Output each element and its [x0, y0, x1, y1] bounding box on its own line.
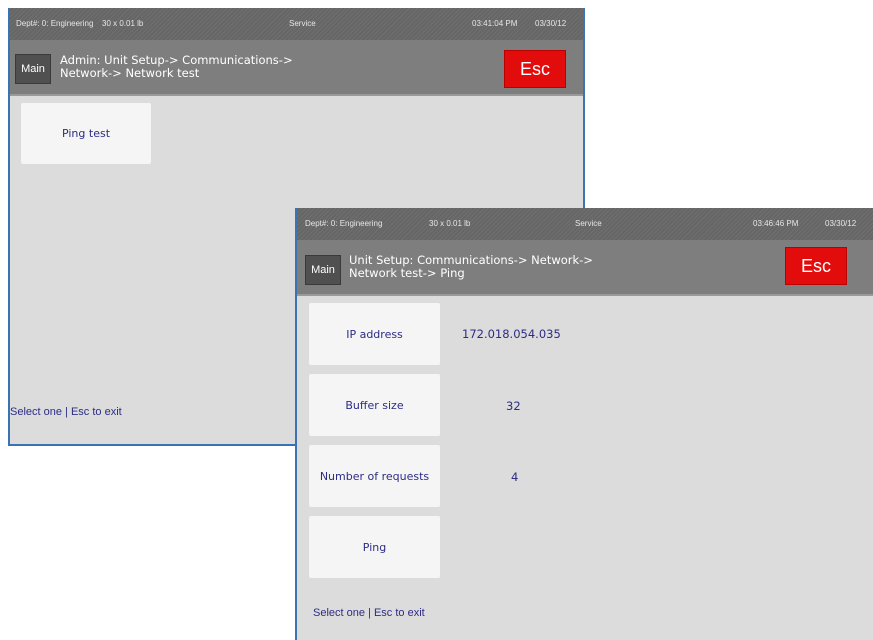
capacity-status: 30 x 0.01 lb [102, 19, 144, 28]
ping-test-button[interactable]: Ping test [21, 103, 151, 164]
main-button[interactable]: Main [15, 54, 51, 84]
esc-button[interactable]: Esc [504, 50, 566, 88]
buffer-size-button[interactable]: Buffer size [309, 374, 440, 436]
ip-address-button[interactable]: IP address [309, 303, 440, 365]
ping-button[interactable]: Ping [309, 516, 440, 578]
breadcrumb: Admin: Unit Setup-> Communications-> Net… [60, 54, 293, 80]
breadcrumb-line-2: Network-> Network test [60, 66, 200, 80]
header-bar: Main Admin: Unit Setup-> Communications-… [10, 40, 583, 96]
mode-status: Service [289, 19, 316, 28]
status-bar: Dept#: 0: Engineering 30 x 0.01 lb Servi… [10, 8, 583, 40]
capacity-status: 30 x 0.01 lb [429, 219, 471, 228]
date-status: 03/30/12 [535, 19, 567, 28]
number-of-requests-button[interactable]: Number of requests [309, 445, 440, 507]
footer-hint: Select one | Esc to exit [10, 406, 122, 418]
breadcrumb-line-2: Network test-> Ping [349, 266, 465, 280]
date-status: 03/30/12 [825, 219, 857, 228]
number-of-requests-value: 4 [511, 470, 519, 484]
time-status: 03:46:46 PM [753, 219, 799, 228]
status-bar: Dept#: 0: Engineering 30 x 0.01 lb Servi… [297, 208, 873, 240]
dept-status: Dept#: 0: Engineering [305, 219, 383, 228]
time-status: 03:41:04 PM [472, 19, 518, 28]
footer-hint: Select one | Esc to exit [313, 607, 425, 619]
breadcrumb: Unit Setup: Communications-> Network-> N… [349, 254, 593, 280]
header-bar: Main Unit Setup: Communications-> Networ… [297, 240, 873, 296]
esc-button[interactable]: Esc [785, 247, 847, 285]
buffer-size-value: 32 [506, 399, 521, 413]
ip-address-value: 172.018.054.035 [462, 327, 561, 341]
mode-status: Service [575, 219, 602, 228]
dept-status: Dept#: 0: Engineering [16, 19, 94, 28]
main-button[interactable]: Main [305, 255, 341, 285]
front-window: Dept#: 0: Engineering 30 x 0.01 lb Servi… [295, 208, 873, 640]
